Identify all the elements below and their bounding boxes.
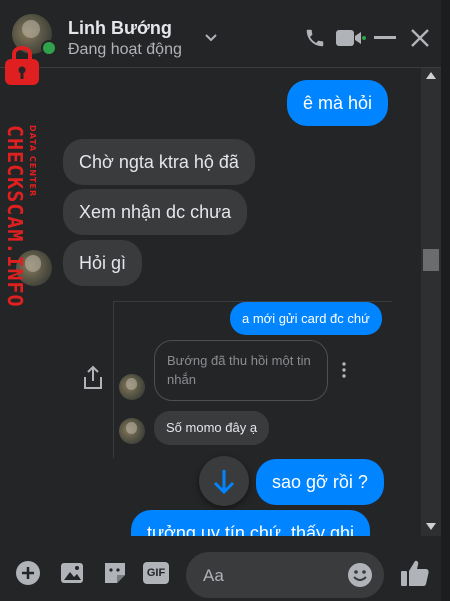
close-icon[interactable]	[409, 27, 431, 54]
like-icon[interactable]	[400, 558, 430, 588]
photo-icon[interactable]	[60, 560, 86, 586]
message-outgoing[interactable]: tưởng uy tín chứ, thấy ghi	[131, 510, 371, 536]
message-outgoing-small[interactable]: a mới gửi card đc chứ	[230, 302, 382, 335]
more-options-icon[interactable]	[341, 362, 347, 383]
message-outgoing[interactable]: sao gỡ rồi ?	[256, 459, 384, 505]
contact-name[interactable]: Linh Bướng	[68, 18, 172, 39]
page-edge	[441, 0, 450, 601]
arrow-down-icon	[213, 470, 235, 495]
gif-label: GIF	[143, 562, 169, 584]
message-incoming[interactable]: Xem nhận dc chưa	[63, 189, 248, 235]
scroll-to-bottom-button[interactable]	[199, 456, 249, 506]
lock-logo-icon	[5, 46, 39, 85]
emoji-icon[interactable]	[347, 562, 373, 593]
message-incoming-small[interactable]: Số momo đây ạ	[154, 411, 270, 445]
chat-scrollbar[interactable]	[421, 68, 441, 536]
message-input-placeholder: Aa	[203, 566, 224, 585]
minimize-icon[interactable]	[374, 36, 396, 39]
video-call-icon[interactable]	[336, 28, 366, 53]
gif-button[interactable]: GIF	[143, 560, 171, 586]
sender-avatar	[119, 374, 145, 400]
sender-avatar	[119, 418, 145, 444]
watermark: CHECKSCAM.INFO DATA CENTER	[0, 40, 50, 308]
scroll-up-arrow[interactable]	[426, 72, 436, 79]
contact-status: Đang hoạt động	[68, 41, 182, 58]
chevron-down-icon[interactable]	[204, 30, 218, 46]
sticker-icon[interactable]	[102, 560, 128, 586]
share-icon[interactable]	[82, 365, 104, 396]
message-list: ê mà hỏi Chờ ngta ktra hộ đã Xem nhận dc…	[0, 69, 421, 536]
phone-call-icon[interactable]	[304, 27, 326, 54]
add-icon[interactable]	[15, 560, 41, 586]
message-incoming[interactable]: Hỏi gì	[63, 240, 143, 286]
scroll-thumb[interactable]	[423, 249, 439, 271]
watermark-subtext: DATA CENTER	[28, 125, 37, 198]
watermark-text: CHECKSCAM.INFO	[3, 125, 27, 308]
composer-bar: GIF Aa	[0, 536, 441, 601]
message-outgoing[interactable]: ê mà hỏi	[287, 80, 389, 126]
chat-header: Linh Bướng Đang hoạt động	[0, 0, 441, 68]
unsent-message: Bướng đã thu hồi một tin nhắn	[154, 340, 328, 401]
chat-window: Linh Bướng Đang hoạt động ê mà hỏi Chờ n…	[0, 0, 441, 601]
scroll-down-arrow[interactable]	[426, 523, 436, 530]
message-incoming[interactable]: Chờ ngta ktra hộ đã	[63, 139, 255, 185]
message-input[interactable]: Aa	[186, 552, 384, 598]
